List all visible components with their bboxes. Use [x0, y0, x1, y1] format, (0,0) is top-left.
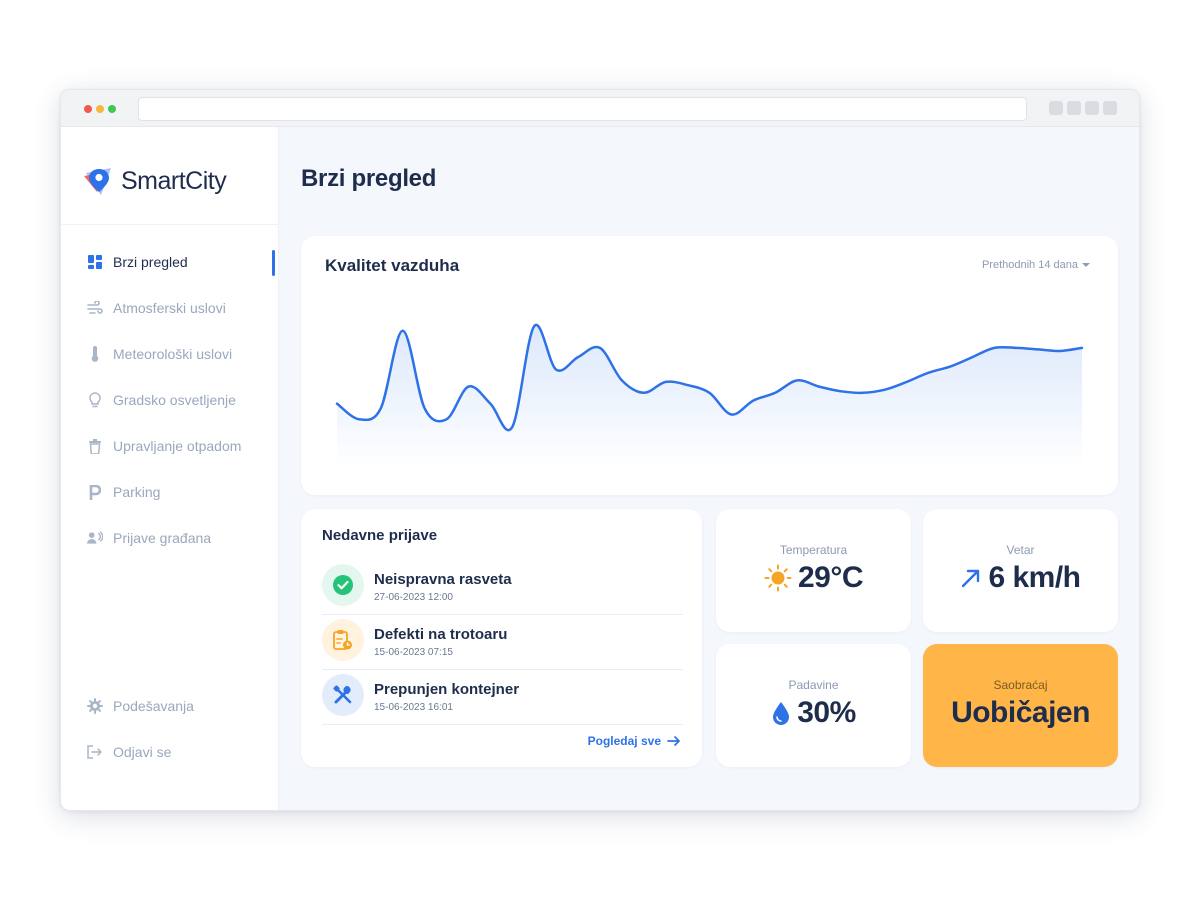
- stat-label: Temperatura: [779, 543, 848, 557]
- check-circle-icon: [322, 564, 364, 606]
- rain-value: 30%: [797, 696, 856, 729]
- air-quality-chart: [335, 323, 1084, 469]
- close-window-dot[interactable]: [84, 105, 92, 113]
- thermometer-icon: [87, 346, 103, 362]
- traffic-value: Uobičajen: [951, 696, 1090, 729]
- browser-control-button[interactable]: [1103, 101, 1117, 115]
- arrow-right-icon: [667, 736, 680, 746]
- report-date: 15-06-2023 07:15: [374, 647, 453, 658]
- wind-card[interactable]: Vetar 6 km/h: [923, 509, 1118, 632]
- wind-value: 6 km/h: [988, 561, 1081, 594]
- stat-value-row: 6 km/h: [923, 561, 1118, 595]
- sidebar-item-upravljanje-otpadom[interactable]: Upravljanje otpadom: [87, 434, 277, 458]
- sidebar-item-label: Prijave građana: [113, 530, 212, 546]
- chart-area-fill: [337, 324, 1082, 469]
- air-quality-card: Kvalitet vazduha Prethodnih 14 dana: [301, 236, 1118, 495]
- maximize-window-dot[interactable]: [108, 105, 116, 113]
- see-all-label: Pogledaj sve: [587, 734, 661, 748]
- sidebar-item-prijave-gradjana[interactable]: Prijave građana: [87, 526, 277, 550]
- reports-title: Nedavne prijave: [322, 527, 438, 544]
- minimize-window-dot[interactable]: [96, 105, 104, 113]
- report-title: Prepunjen kontejner: [374, 681, 520, 698]
- smartcity-logo-icon: [84, 168, 111, 195]
- stat-value-row: 30%: [716, 696, 911, 730]
- trash-icon: [87, 438, 103, 454]
- report-item[interactable]: Defekti na trotoaru 15-06-2023 07:15: [322, 616, 683, 670]
- sidebar-item-label: Atmosferski uslovi: [113, 300, 226, 316]
- sidebar-item-label: Gradsko osvetljenje: [113, 392, 236, 408]
- sidebar-item-parking[interactable]: Parking: [87, 480, 277, 504]
- page-title: Brzi pregled: [301, 165, 437, 192]
- clipboard-clock-icon: [322, 619, 364, 661]
- sidebar-item-label: Brzi pregled: [113, 254, 188, 270]
- sidebar-item-podesavanja[interactable]: Podešavanja: [87, 694, 277, 718]
- browser-window: SmartCity Brzi pregled Atmosferski uslov…: [60, 89, 1140, 811]
- active-indicator: [272, 250, 275, 276]
- rain-card[interactable]: Padavine 30%: [716, 644, 911, 767]
- browser-control-button[interactable]: [1085, 101, 1099, 115]
- gear-icon: [87, 698, 103, 714]
- report-title: Defekti na trotoaru: [374, 626, 508, 643]
- sidebar-item-label: Meteorološki uslovi: [113, 346, 233, 362]
- citizen-report-icon: [87, 530, 103, 546]
- recent-reports-card: Nedavne prijave Neispravna rasveta 27-06…: [301, 509, 702, 767]
- sun-icon: [764, 564, 792, 592]
- browser-control-button[interactable]: [1049, 101, 1063, 115]
- temperature-card[interactable]: Temperatura 29°C: [716, 509, 911, 632]
- sidebar-item-brzi-pregled[interactable]: Brzi pregled: [87, 250, 277, 274]
- app-name: SmartCity: [121, 166, 227, 195]
- see-all-link[interactable]: Pogledaj sve: [588, 734, 681, 748]
- sidebar-item-label: Upravljanje otpadom: [113, 438, 242, 454]
- sidebar-item-atmosferski-uslovi[interactable]: Atmosferski uslovi: [87, 296, 277, 320]
- tools-icon: [322, 674, 364, 716]
- sidebar-item-label: Podešavanja: [113, 698, 194, 714]
- sidebar-item-meteoroloski-uslovi[interactable]: Meteorološki uslovi: [87, 342, 277, 366]
- lightbulb-icon: [87, 392, 103, 408]
- browser-control-button[interactable]: [1067, 101, 1081, 115]
- sidebar: SmartCity Brzi pregled Atmosferski uslov…: [61, 127, 279, 810]
- traffic-card[interactable]: Saobraćaj Uobičajen: [923, 644, 1118, 767]
- logout-icon: [87, 744, 103, 760]
- wind-icon: [87, 300, 103, 316]
- stat-label: Padavine: [788, 678, 839, 692]
- report-title: Neispravna rasveta: [374, 571, 512, 588]
- stat-value-row: Uobičajen: [923, 696, 1118, 730]
- report-date: 27-06-2023 12:00: [374, 592, 453, 603]
- sidebar-item-label: Parking: [113, 484, 161, 500]
- sidebar-item-label: Odjavi se: [113, 744, 172, 760]
- stat-value-row: 29°C: [716, 561, 911, 595]
- sidebar-item-gradsko-osvetljenje[interactable]: Gradsko osvetljenje: [87, 388, 277, 412]
- report-item[interactable]: Neispravna rasveta 27-06-2023 12:00: [322, 561, 683, 615]
- report-date: 15-06-2023 16:01: [374, 702, 453, 713]
- water-drop-icon: [771, 700, 791, 726]
- dashboard-grid-icon: [87, 254, 103, 270]
- browser-titlebar: [61, 90, 1139, 127]
- arrow-up-right-icon: [960, 567, 982, 589]
- sidebar-item-odjavi-se[interactable]: Odjavi se: [87, 740, 277, 764]
- logo[interactable]: SmartCity: [83, 163, 227, 199]
- main-content: Brzi pregled Kvalitet vazduha Prethodnih…: [279, 127, 1139, 810]
- sidebar-divider: [61, 224, 279, 225]
- stat-label: Vetar: [1006, 543, 1035, 557]
- stat-label: Saobraćaj: [993, 678, 1048, 692]
- address-bar[interactable]: [138, 97, 1027, 121]
- report-item[interactable]: Prepunjen kontejner 15-06-2023 16:01: [322, 671, 683, 725]
- temperature-value: 29°C: [797, 561, 864, 594]
- parking-icon: [87, 484, 103, 500]
